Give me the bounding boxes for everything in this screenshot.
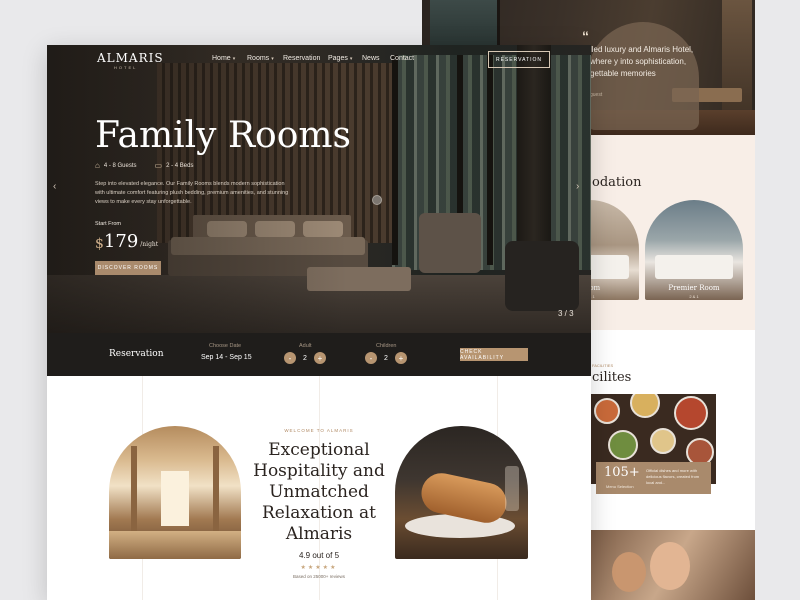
room-card-meta: 2 & 1 [689, 294, 699, 299]
children-stepper: - 2 + [365, 352, 407, 364]
children-count: 2 [384, 354, 388, 362]
nav-label: Pages [328, 55, 348, 62]
logo[interactable]: ALMARIS [97, 51, 164, 65]
guests-info: ⌂ 4 - 8 Guests [95, 161, 137, 170]
welcome-overline: WELCOME TO ALMARIS [284, 428, 354, 433]
top-nav: ALMARIS HOTEL Home ▾ Rooms ▾ Reservation… [47, 45, 591, 75]
lobby-floor [109, 531, 241, 559]
main-page: ALMARIS HOTEL Home ▾ Rooms ▾ Reservation… [47, 45, 591, 600]
welcome-title: Exceptional Hospitality and Unmatched Re… [253, 440, 385, 544]
wine-glass [505, 466, 519, 511]
nav-label: Contact [390, 55, 415, 62]
nav-item-home[interactable]: Home ▾ [212, 55, 235, 62]
review-count: Based on 25000+ reviews [293, 574, 345, 579]
nav-label: News [362, 55, 380, 62]
testimonial-author: guest [590, 92, 603, 98]
chevron-left-icon[interactable]: ‹ [53, 181, 56, 192]
armchair [419, 213, 481, 273]
discover-rooms-button[interactable]: DISCOVER ROOMS [95, 261, 161, 275]
nav-label: Reservation [283, 55, 321, 62]
price-currency: $ [95, 236, 104, 252]
welcome-section: WELCOME TO ALMARIS Exceptional Hospitali… [47, 376, 591, 600]
stat-label: Menu Selection [606, 484, 634, 489]
nav-item-pages[interactable]: Pages ▾ [328, 55, 352, 62]
adult-count: 2 [303, 354, 307, 362]
room-capacity: ⌂ 4 - 8 Guests ▭ 2 - 4 Beds [95, 161, 193, 170]
check-availability-button[interactable]: CHECK AVAILABILITY [460, 348, 528, 361]
facilities-title: cilites [592, 370, 632, 385]
children-minus-button[interactable]: - [365, 352, 377, 364]
couple-photo [590, 530, 755, 600]
window-frame [392, 55, 398, 265]
adult-minus-button[interactable]: - [284, 352, 296, 364]
bed-icon: ▭ [154, 161, 163, 170]
beds-info: ▭ 2 - 4 Beds [155, 161, 194, 170]
reservation-bar: Reservation Choose Date Sep 14 - Sep 15 … [47, 333, 591, 376]
room-card-name: Premier Room [668, 284, 720, 292]
quote-icon: “ [582, 28, 589, 44]
armchair [505, 241, 579, 311]
room-bed-image [655, 255, 733, 279]
nav-item-contact[interactable]: Contact [390, 55, 414, 62]
hero-description: Step into elevated elegance. Our Family … [95, 181, 289, 205]
room-card[interactable]: Premier Room 2 & 1 [645, 200, 743, 300]
nav-item-rooms[interactable]: Rooms ▾ [247, 55, 274, 62]
reservation-button[interactable]: RESERVATION [488, 51, 550, 68]
chevron-right-icon[interactable]: › [576, 181, 579, 192]
stat-number: 105+ [604, 465, 640, 480]
testimonial-text: lled luxury and Almaris Hotel, where y i… [590, 45, 694, 78]
facilities-overline: FACILITIES [592, 363, 614, 368]
accommodation-title: odation [592, 175, 642, 190]
chevron-down-icon: ▾ [271, 55, 274, 62]
sofa-icon: ⌂ [95, 161, 100, 170]
logo-subtitle: HOTEL [114, 65, 138, 70]
stat-description: Official dishes and more with delicious … [646, 468, 700, 485]
adult-stepper: - 2 + [284, 352, 326, 364]
window-frame [487, 55, 493, 265]
children-plus-button[interactable]: + [394, 352, 407, 364]
guests-text: 4 - 8 Guests [103, 162, 137, 169]
adult-label: Adult [299, 343, 312, 349]
reservation-title: Reservation [109, 349, 164, 359]
star-rating-icon: ★★★★★ [300, 565, 338, 571]
price-label: Start From [95, 221, 121, 227]
date-label: Choose Date [209, 343, 242, 349]
lobby-pillar [131, 446, 137, 536]
rating-score: 4.9 out of 5 [298, 551, 340, 560]
slider-indicator-dot[interactable] [372, 195, 382, 205]
lobby-doorway [161, 471, 189, 526]
slide-counter: 3 / 3 [558, 309, 574, 318]
nav-label: Rooms [247, 55, 270, 62]
menu-stat-card: 105+ Menu Selection Official dishes and … [596, 462, 711, 494]
lobby-pillar [213, 446, 219, 536]
nav-item-reservation[interactable]: Reservation [283, 55, 320, 62]
chevron-down-icon: ▾ [349, 55, 353, 62]
room-price: $ 179 /night [95, 231, 158, 252]
adult-plus-button[interactable]: + [313, 352, 326, 364]
date-picker[interactable]: Sep 14 - Sep 15 [201, 354, 252, 361]
children-label: Children [376, 343, 397, 349]
price-amount: 179 [103, 231, 139, 252]
chevron-down-icon: ▾ [232, 55, 236, 62]
price-unit: /night [140, 241, 159, 248]
nav-item-news[interactable]: News [362, 55, 380, 62]
nav-label: Home [212, 55, 231, 62]
beds-text: 2 - 4 Beds [166, 162, 194, 169]
dining-photo [395, 426, 528, 559]
hero-section: ALMARIS HOTEL Home ▾ Rooms ▾ Reservation… [47, 45, 591, 333]
hero-title: Family Rooms [95, 115, 352, 156]
lobby-photo [109, 426, 241, 559]
